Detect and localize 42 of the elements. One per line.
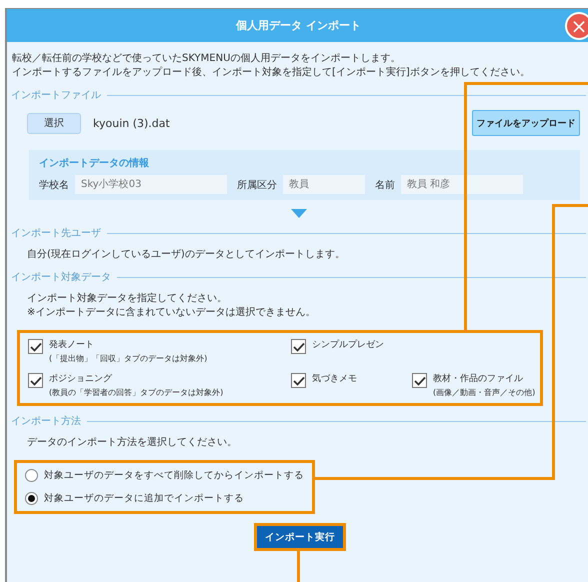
note-text: (画像／動画・音声／その他) xyxy=(433,387,536,399)
section-heading: インポート方法 xyxy=(11,414,81,428)
readonly-field: 教員 xyxy=(283,175,365,194)
radio-label: 対象ユーザのデータをすべて削除してからインポートする xyxy=(44,469,304,482)
checkbox[interactable] xyxy=(28,339,43,354)
intro-text: 転校／転任前の学校などで使っていたSKYMENUの個人用データをインポートします。 xyxy=(12,52,402,66)
section-heading: インポートファイル xyxy=(11,89,101,102)
close-button[interactable]: × xyxy=(565,12,588,40)
checkbox-label: 気づきメモ xyxy=(312,373,357,386)
description-text: インポート対象データを指定してください。 xyxy=(27,292,228,306)
window-title: 個人用データ インポート xyxy=(236,18,361,33)
checkbox-label: シンプルプレゼン xyxy=(312,339,384,352)
description-text: 自分(現在ログインしているユーザ)のデータとしてインポートします。 xyxy=(27,248,346,262)
checkbox[interactable] xyxy=(412,373,427,388)
radio-label: 対象ユーザのデータに追加でインポートする xyxy=(44,492,244,505)
checkbox[interactable] xyxy=(291,339,306,354)
field-label: 名前 xyxy=(375,178,395,192)
radio-button[interactable] xyxy=(25,469,38,482)
section-heading: インポート対象データ xyxy=(11,270,111,284)
checkbox[interactable] xyxy=(28,373,43,388)
panel-title: インポートデータの情報 xyxy=(39,156,150,170)
description-text: ※インポートデータに含まれていないデータは選択できません。 xyxy=(27,306,316,320)
field-label: 学校名 xyxy=(39,178,69,192)
file-name: kyouin (3).dat xyxy=(93,116,170,130)
note-text: (教員の「学習者の回答」タブのデータは対象外) xyxy=(49,387,224,399)
field-label: 所属区分 xyxy=(237,178,277,192)
checkbox-label: 発表ノート xyxy=(49,339,95,352)
checkbox-label: 教材・作品のファイル xyxy=(433,373,524,386)
readonly-field: 教員 和彦 xyxy=(401,175,523,194)
upload-button[interactable]: ファイルをアップロード xyxy=(472,110,580,136)
intro-text: インポートするファイルをアップロード後、インポート対象を指定して[インポート実行]ボタンを押してください。 xyxy=(12,66,531,80)
import-button[interactable]: インポート実行 xyxy=(254,523,346,551)
section-heading: インポート先ユーザ xyxy=(11,226,101,240)
description-text: データのインポート方法を選択してください。 xyxy=(27,436,238,450)
checkbox-label: ポジショニング xyxy=(49,373,113,386)
note-text: (「提出物」「回収」タブのデータは対象外) xyxy=(49,353,208,365)
select-button[interactable]: 選択 xyxy=(27,112,81,134)
callout-line xyxy=(297,550,300,582)
checkbox[interactable] xyxy=(291,373,306,388)
readonly-field: Sky小学校03 xyxy=(75,175,227,194)
down-arrow-icon xyxy=(290,209,306,218)
radio-button[interactable] xyxy=(25,492,38,505)
